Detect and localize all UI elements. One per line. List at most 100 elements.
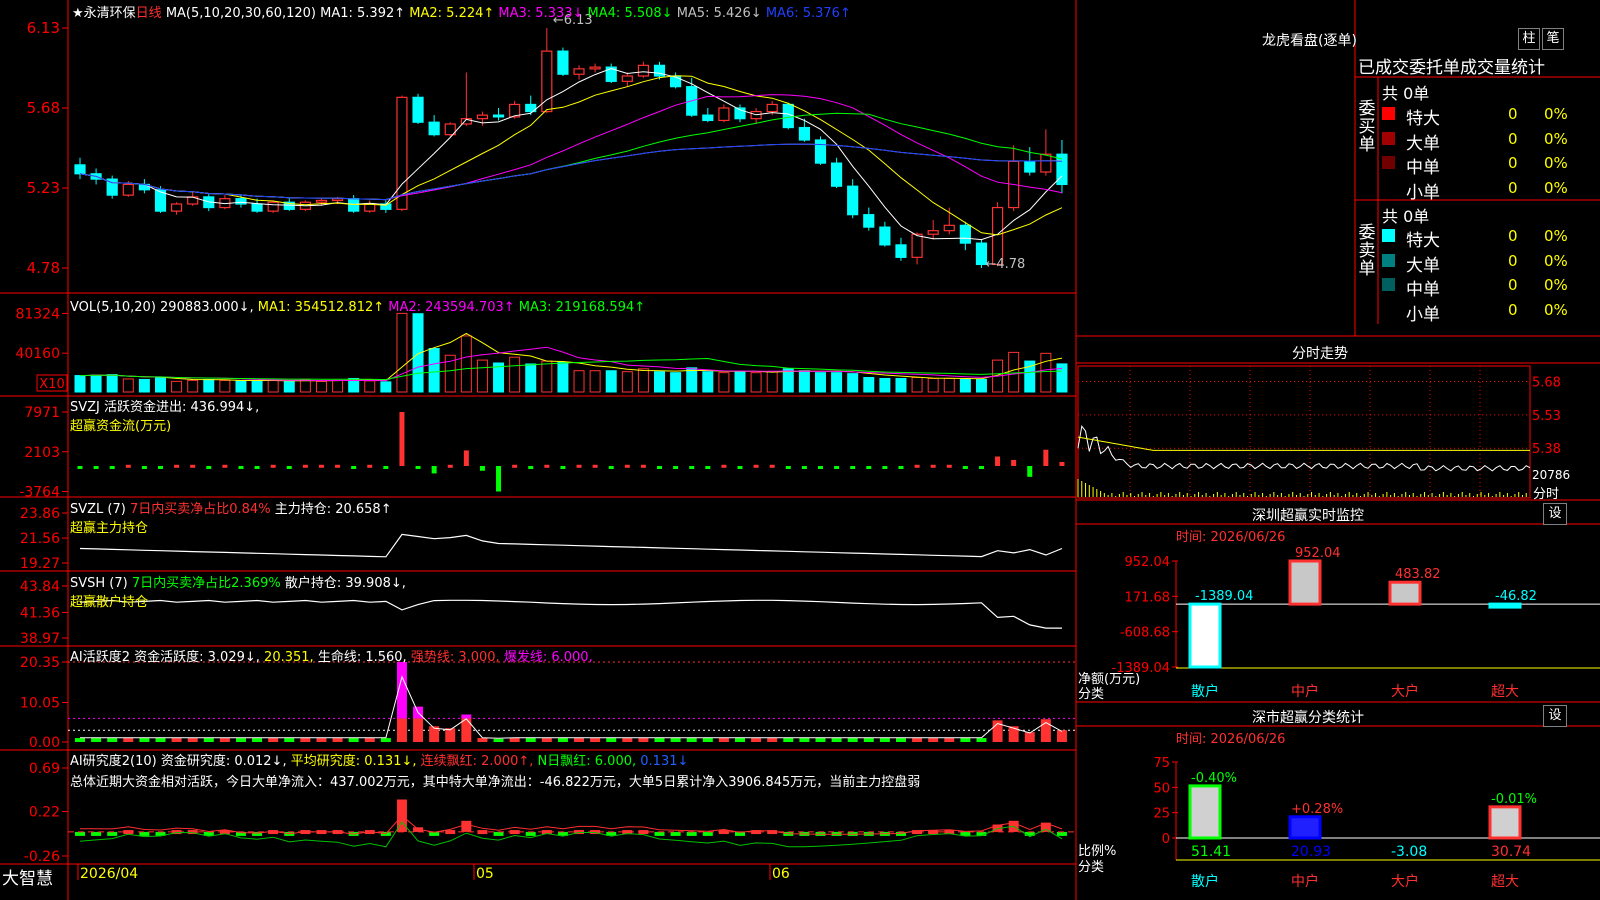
svzj-bar	[721, 464, 727, 468]
ai2-bar	[75, 831, 85, 836]
ai2-bar	[139, 831, 150, 836]
ai1-bar	[847, 738, 858, 742]
svzj-bar	[286, 466, 292, 469]
volume-bar	[798, 370, 810, 393]
volume-bar	[203, 378, 215, 393]
monitor-settings-button[interactable]: 设	[1543, 503, 1567, 525]
svsh-header: SVSH (7) 7日内买卖净占比2.369% 散户持仓: 39.908↓, 超…	[70, 572, 406, 610]
order-type-label: 中单	[1406, 158, 1440, 178]
candle-body	[428, 121, 440, 136]
stock-name[interactable]: ★永清环保	[72, 6, 136, 21]
volume-bar	[847, 373, 859, 393]
monitor-cat-label: 散户	[1191, 683, 1219, 700]
svzj-tick-label: 7971	[24, 405, 60, 421]
volume-bar	[782, 368, 794, 393]
svsh-tick-label: 41.36	[20, 605, 60, 621]
ai1-tick-label: 20.35	[20, 655, 60, 671]
y-tick-label: 6.13	[27, 19, 60, 37]
candle-body	[170, 203, 183, 212]
period-label[interactable]: 日线	[136, 6, 162, 21]
order-count: 0	[1508, 276, 1518, 294]
candle-body	[251, 203, 263, 212]
ai2-t5: 0.131↓	[640, 754, 689, 769]
ai1-t2: 20.351,	[264, 650, 314, 665]
tab-bi[interactable]: 笔	[1542, 28, 1564, 50]
order-count: 0	[1508, 227, 1518, 245]
svzj-bar	[109, 466, 115, 469]
volume-bar	[251, 380, 263, 393]
class-bar-value: 30.74	[1491, 844, 1531, 860]
buy-total: 共 0单	[1382, 84, 1430, 103]
tab-zhu[interactable]: 柱	[1518, 28, 1540, 50]
svzj-bar	[351, 466, 357, 469]
svzj-bar	[946, 464, 952, 468]
svzj-bar	[817, 466, 823, 469]
ai1-bar	[831, 738, 842, 742]
volume-bar	[106, 374, 118, 393]
volume-bar	[509, 356, 521, 393]
ai2-t2: 平均研究度: 0.131↓,	[290, 754, 417, 769]
volume-bar	[428, 348, 440, 393]
ai1-bar	[622, 738, 633, 742]
ai1-bar	[139, 738, 150, 742]
ai1-bar	[815, 738, 826, 742]
ai2-bar	[686, 831, 697, 836]
ai2-tick-label: 0.69	[29, 761, 60, 777]
order-count: 0	[1508, 105, 1518, 123]
fenshi-tick-label: 5.38	[1532, 442, 1561, 457]
volume-bar	[74, 375, 86, 393]
svzj-bar	[834, 466, 840, 469]
ai1-bar	[686, 738, 697, 742]
order-type-label: 大单	[1406, 133, 1440, 154]
ai1-line	[80, 675, 1063, 739]
svzj-bar	[254, 466, 260, 469]
vol-ma-values: MA1: 354512.812↑ MA2: 243594.703↑ MA3: 2…	[258, 300, 645, 315]
ma-value-2: MA2: 5.224↑	[405, 6, 495, 21]
order-type-label: 中单	[1406, 280, 1440, 300]
svzj-bar	[174, 464, 180, 468]
svsh-t2: 散户持仓: 39.908↓,	[284, 576, 406, 591]
svzj-sub: 超赢资金流(万元)	[70, 419, 172, 434]
volume-bar	[154, 377, 166, 393]
class-tick-label: 0	[1162, 832, 1170, 847]
ai1-t1: 资金活跃度: 3.029↓,	[134, 650, 260, 665]
candle-body	[122, 183, 134, 196]
candle-body	[959, 224, 971, 244]
class-bar-value: -3.08	[1391, 844, 1427, 860]
ai1-bar	[767, 738, 778, 742]
svzj-bar	[657, 466, 663, 469]
ai1-bar	[525, 738, 536, 742]
ma-params: MA(5,10,20,30,60,120)	[165, 6, 316, 21]
svzl-sub: 超赢主力持仓	[70, 521, 149, 536]
buy-side-label: 委买单	[1358, 99, 1376, 155]
svsh-t1: 7日内买卖净占比2.369%	[131, 576, 281, 591]
candle-body	[702, 114, 714, 122]
svzj-bar	[673, 466, 679, 469]
volume-bar	[1040, 352, 1052, 393]
order-pct: 0%	[1544, 276, 1568, 294]
svzj-bar	[576, 464, 582, 468]
volume-bar	[975, 378, 987, 393]
ai1-bar	[670, 738, 681, 742]
svzl-tick-label: 21.56	[20, 531, 60, 547]
fenshi-tick-label: 5.68	[1532, 376, 1561, 391]
ai1-header: AI活跃度2 资金活跃度: 3.029↓, 20.351, 生命线: 1.560…	[70, 646, 593, 665]
svzl-title: SVZL (7)	[70, 502, 126, 517]
volume-bar	[831, 372, 843, 393]
legend-swatch	[1382, 253, 1395, 267]
ai2-summary: 总体近期大资金相对活跃，今日大单净流入：437.002万元，其中特大单净流出：-…	[70, 775, 921, 790]
svzj-bar	[801, 466, 807, 469]
ai1-bar	[638, 738, 649, 742]
candle-body	[637, 64, 650, 77]
candle-body	[412, 96, 424, 123]
svzj-header: SVZJ 活跃资金进出: 436.994↓, 超赢资金流(万元)	[70, 396, 259, 434]
low-annotation: ←4.78	[985, 257, 1025, 272]
ai2-bar	[91, 831, 102, 836]
class-settings-button[interactable]: 设	[1543, 705, 1567, 727]
volume-bar	[589, 370, 601, 393]
lhkp-title: 龙虎看盘(逐单)	[1262, 33, 1357, 49]
legend-swatch	[1382, 107, 1395, 120]
y-tick-label: 4.78	[27, 259, 60, 277]
table-header: 已成交委托单成交量统计	[1358, 58, 1545, 78]
svzj-bar	[512, 464, 518, 468]
